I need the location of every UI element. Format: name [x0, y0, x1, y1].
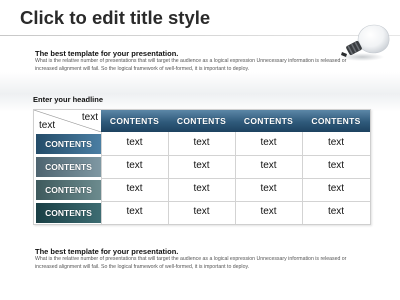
column-divider — [235, 132, 236, 224]
table-cell[interactable]: text — [168, 155, 235, 177]
column-divider — [101, 132, 102, 224]
table-corner-cell: text text — [34, 110, 101, 132]
table-cell[interactable]: text — [101, 155, 168, 177]
table-cell[interactable]: text — [235, 201, 302, 223]
headline[interactable]: Enter your headline — [33, 95, 103, 104]
table-cell[interactable]: text — [235, 178, 302, 200]
row-header-4[interactable]: CONTENTS — [36, 203, 101, 223]
table-cell[interactable]: text — [101, 132, 168, 154]
row-header-3[interactable]: CONTENTS — [36, 180, 101, 200]
table-cell[interactable]: text — [168, 178, 235, 200]
table-cell[interactable]: text — [235, 155, 302, 177]
table-cell[interactable]: text — [302, 201, 370, 223]
outro-heading[interactable]: The best template for your presentation. — [35, 247, 178, 256]
table-cell[interactable]: text — [168, 201, 235, 223]
row-header-2[interactable]: CONTENTS — [36, 157, 101, 177]
intro-body[interactable]: What is the relative number of presentat… — [35, 58, 355, 73]
column-header-2[interactable]: CONTENTS — [168, 110, 235, 132]
corner-bottom-left-label: text — [39, 120, 56, 131]
column-header-1[interactable]: CONTENTS — [101, 110, 168, 132]
table-cell[interactable]: text — [101, 178, 168, 200]
light-bulb-icon — [340, 24, 390, 61]
column-divider — [168, 132, 169, 224]
column-header-3[interactable]: CONTENTS — [235, 110, 302, 132]
column-header-4[interactable]: CONTENTS — [302, 110, 370, 132]
intro-heading[interactable]: The best template for your presentation. — [35, 49, 178, 58]
table-cell[interactable]: text — [302, 178, 370, 200]
column-divider — [302, 132, 303, 224]
table-cell[interactable]: text — [168, 132, 235, 154]
content-table[interactable]: text text CONTENTS CONTENTS CONTENTS CON… — [33, 109, 371, 225]
slide-title[interactable]: Click to edit title style — [20, 7, 210, 29]
table-cell[interactable]: text — [302, 132, 370, 154]
table-cell[interactable]: text — [235, 132, 302, 154]
table-cell[interactable]: text — [101, 201, 168, 223]
background-band — [0, 72, 400, 112]
outro-body[interactable]: What is the relative number of presentat… — [35, 256, 355, 271]
table-cell[interactable]: text — [302, 155, 370, 177]
corner-top-right-label: text — [81, 112, 98, 123]
row-header-1[interactable]: CONTENTS — [36, 134, 101, 154]
